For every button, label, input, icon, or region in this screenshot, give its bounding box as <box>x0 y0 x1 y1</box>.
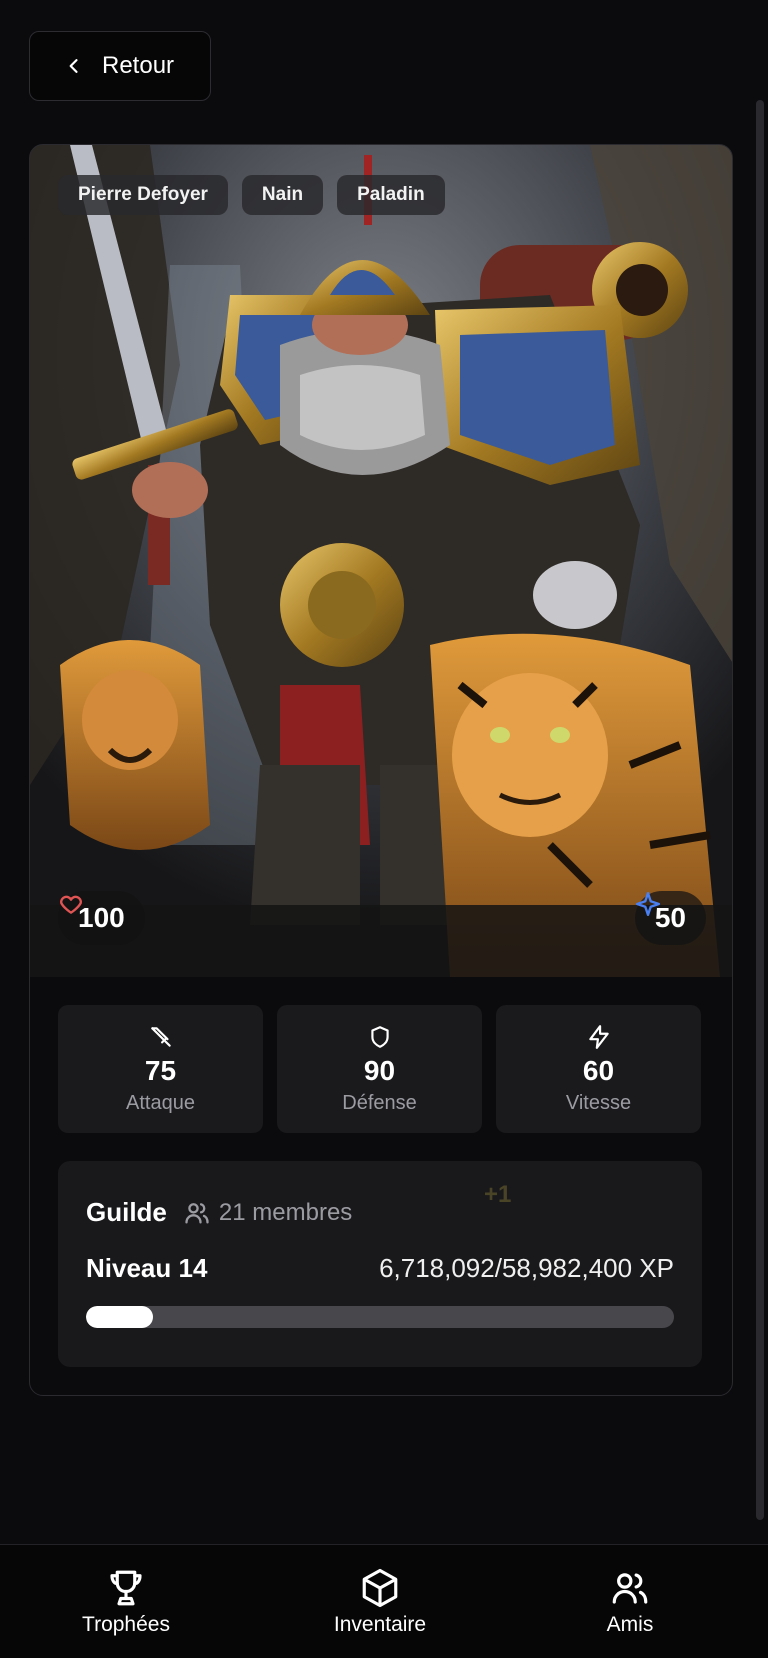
mana-badge: 50 <box>634 891 706 945</box>
shield-icon <box>370 1025 389 1048</box>
stat-speed: 60 Vitesse <box>496 1005 701 1133</box>
guild-panel: Guilde 21 membres +1 Niveau 14 6,718,092… <box>58 1161 702 1367</box>
nav-friends-label: Amis <box>606 1613 654 1636</box>
nav-inventory[interactable]: Inventaire <box>325 1567 435 1637</box>
character-tags: Pierre Defoyer Nain Paladin <box>58 175 445 215</box>
xp-text: 6,718,092/58,982,400 XP <box>379 1253 674 1283</box>
users-icon <box>185 1202 209 1223</box>
stat-attack-label: Attaque <box>126 1091 195 1114</box>
guild-members-count: 21 membres <box>218 1198 353 1226</box>
guild-members: 21 membres <box>183 1199 352 1227</box>
tag-name: Pierre Defoyer <box>58 175 228 215</box>
nav-trophies[interactable]: Trophées <box>76 1567 176 1637</box>
stat-defense: 90 Défense <box>277 1005 482 1133</box>
bottom-nav: Trophées Inventaire Amis <box>0 1544 768 1658</box>
stat-speed-value: 60 <box>582 1054 615 1086</box>
nav-friends[interactable]: Amis <box>590 1567 670 1637</box>
xp-progress-bar <box>86 1306 674 1328</box>
guild-title: Guilde <box>86 1197 167 1227</box>
stats-row: 75 Attaque 90 Défense 60 Vitesse <box>58 1005 701 1133</box>
stat-speed-label: Vitesse <box>565 1091 632 1114</box>
nav-trophies-label: Trophées <box>82 1613 170 1636</box>
users-icon <box>612 1573 648 1604</box>
health-value: 100 <box>78 902 125 933</box>
stat-defense-value: 90 <box>363 1054 396 1086</box>
heart-icon <box>60 895 82 914</box>
scrollbar[interactable] <box>756 100 764 1520</box>
tag-race: Nain <box>241 175 324 215</box>
guild-header: Guilde 21 membres <box>86 1197 352 1228</box>
character-illustration: Pierre Defoyer Nain Paladin 100 50 <box>30 145 732 977</box>
stat-defense-label: Défense <box>342 1091 417 1114</box>
character-card: Pierre Defoyer Nain Paladin 100 50 75 At… <box>29 144 733 1396</box>
level-label: Niveau 14 <box>86 1253 208 1283</box>
box-icon <box>362 1568 398 1608</box>
xp-progress-fill <box>86 1306 154 1328</box>
xp-plus-indicator: +1 <box>484 1181 512 1208</box>
chevron-left-icon <box>69 59 78 73</box>
stat-attack: 75 Attaque <box>58 1005 263 1133</box>
health-badge: 100 <box>58 891 145 945</box>
tag-class: Paladin <box>337 175 445 215</box>
back-label: Retour <box>102 52 175 79</box>
nav-inventory-label: Inventaire <box>333 1613 427 1636</box>
lightning-icon <box>588 1024 609 1049</box>
character-page: Retour Pierre Defoyer Nain Paladin 100 5… <box>0 0 768 1658</box>
sword-icon <box>150 1026 171 1047</box>
level-row: Niveau 14 6,718,092/58,982,400 XP <box>86 1253 674 1284</box>
stat-attack-value: 75 <box>144 1054 177 1086</box>
trophy-icon <box>110 1570 142 1606</box>
sparkle-icon <box>635 891 660 917</box>
back-button[interactable]: Retour <box>29 31 211 101</box>
